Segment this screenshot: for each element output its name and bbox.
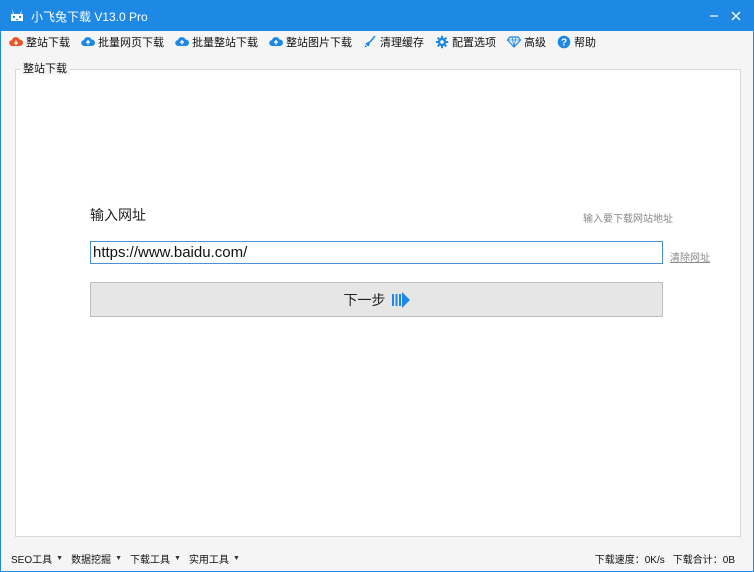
minimize-button[interactable]	[703, 5, 725, 27]
toolbar-label: 高级	[524, 37, 546, 49]
next-step-button[interactable]: 下一步	[90, 282, 663, 317]
cloud-upload-icon	[269, 35, 283, 49]
title-bar[interactable]: 小飞兔下载 V13.0 Pro	[1, 1, 753, 31]
toolbar-site-download[interactable]: 整站下载	[9, 34, 70, 50]
toolbar-clear-cache[interactable]: 清理缓存	[363, 34, 424, 50]
minimize-icon	[710, 15, 718, 17]
caret-down-icon: ▼	[232, 554, 240, 562]
toolbar-site-image-download[interactable]: 整站图片下载	[269, 34, 352, 50]
next-step-label: 下一步	[343, 291, 386, 308]
toolbar-label: 帮助	[574, 37, 596, 49]
toolbar-label: 批量整站下载	[192, 37, 258, 49]
diamond-icon	[507, 35, 521, 49]
menu-label: 下载工具	[130, 554, 170, 566]
cloud-upload-icon	[81, 35, 95, 49]
rabbit-logo-icon	[9, 8, 25, 24]
site-download-panel: 整站下载 输入网址 输入要下载网站地址 清除网址 下一步	[15, 63, 741, 537]
transfer-stats: 下载速度：0K/s 下载合计：0B	[587, 545, 735, 571]
download-speed: 下载速度：0K/s	[594, 554, 665, 566]
toolbar-help[interactable]: ? 帮助	[557, 34, 596, 50]
caret-down-icon: ▼	[115, 554, 122, 562]
close-icon	[731, 11, 741, 21]
download-total: 下载合计：0B	[672, 554, 735, 566]
toolbar-settings[interactable]: 配置选项	[435, 34, 496, 50]
toolbar-batch-site-download[interactable]: 批量整站下载	[175, 34, 258, 50]
caret-down-icon: ▼	[174, 554, 181, 562]
broom-icon	[363, 35, 377, 49]
toolbar-label: 整站图片下载	[286, 37, 352, 49]
toolbar-label: 批量网页下载	[98, 37, 164, 49]
arrow-right-icon	[391, 291, 410, 308]
close-button[interactable]	[725, 5, 747, 27]
toolbar: 整站下载 批量网页下载 批量整站下载 整站图片下载 清理缓存 配置选项 高级 ?…	[1, 31, 753, 53]
svg-text:?: ?	[561, 38, 567, 49]
menu-label: 数据挖掘	[71, 554, 112, 566]
toolbar-advanced[interactable]: 高级	[507, 34, 546, 50]
toolbar-label: 配置选项	[452, 37, 496, 49]
menu-label: SEO工具	[11, 554, 53, 566]
cloud-upload-icon	[175, 35, 189, 49]
app-window: 小飞兔下载 V13.0 Pro 整站下载 批量网页下载 批量整站下载 整站图片下…	[0, 0, 754, 572]
cloud-download-icon	[9, 35, 23, 49]
toolbar-label: 整站下载	[26, 37, 70, 49]
menu-label: 实用工具	[188, 554, 229, 566]
status-bar: SEO工具 ▼ 数据挖掘 ▼ 下载工具 ▼ 实用工具 ▼ 下载速度：0K/s 下载合计：…	[1, 545, 753, 571]
menu-seo-tools[interactable]: SEO工具 ▼	[11, 551, 63, 566]
url-hint: 输入要下载网站地址	[583, 214, 673, 225]
url-section-title: 输入网址	[90, 207, 146, 223]
panel-content: 输入网址 输入要下载网站地址 清除网址 下一步	[16, 70, 740, 536]
toolbar-batch-page-download[interactable]: 批量网页下载	[81, 34, 164, 50]
gear-icon	[435, 35, 449, 49]
caret-down-icon: ▼	[56, 554, 64, 562]
menu-data-mining[interactable]: 数据挖掘 ▼	[71, 551, 122, 566]
window-title: 小飞兔下载 V13.0 Pro	[31, 9, 148, 24]
menu-download-tools[interactable]: 下载工具 ▼	[130, 551, 181, 566]
toolbar-label: 清理缓存	[380, 37, 424, 49]
menu-utility-tools[interactable]: 实用工具 ▼	[189, 551, 240, 566]
help-icon: ?	[557, 35, 571, 49]
window-controls	[703, 1, 747, 31]
url-input[interactable]	[90, 241, 663, 264]
clear-url-link[interactable]: 清除网址	[670, 249, 710, 264]
